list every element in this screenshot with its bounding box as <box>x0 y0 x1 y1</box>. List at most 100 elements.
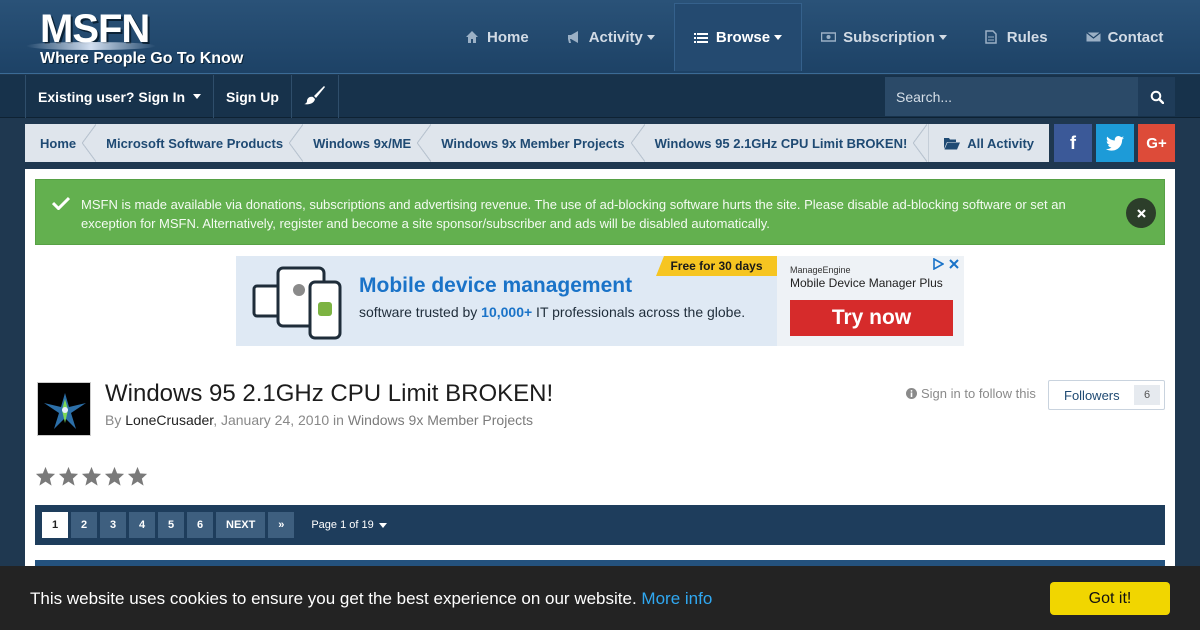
ad-subtext: software trusted by 10,000+ IT professio… <box>359 304 745 320</box>
logo-swoosh <box>26 42 156 50</box>
sign-in-to-follow-label: Sign in to follow this <box>921 386 1036 401</box>
bullhorn-icon <box>567 30 581 44</box>
page-3-button[interactable]: 3 <box>100 512 126 538</box>
close-icon <box>1136 208 1146 218</box>
main-nav: Home Activity Browse Subscription Rules … <box>446 3 1182 73</box>
author-link[interactable]: LoneCrusader <box>125 412 213 428</box>
ad-headline: Mobile device management <box>359 274 633 297</box>
user-bar: Existing user? Sign In Sign Up <box>0 75 1200 118</box>
search-input[interactable] <box>885 77 1138 116</box>
followers-count: 6 <box>1134 385 1160 405</box>
star-icon <box>81 466 102 486</box>
more-info-link[interactable]: More info <box>641 589 712 608</box>
ad-cta-button[interactable]: Try now <box>790 300 953 336</box>
ad-choices[interactable] <box>932 258 960 270</box>
ad-sub-pre: software trusted by <box>359 304 482 320</box>
page-4-button[interactable]: 4 <box>129 512 155 538</box>
next-page-button[interactable]: NEXT <box>216 512 266 538</box>
star-icon <box>104 466 125 486</box>
followers-button[interactable]: Followers 6 <box>1048 380 1165 410</box>
nav-home-label: Home <box>487 28 529 46</box>
devices-illustration <box>252 266 342 340</box>
adblock-notice: MSFN is made available via donations, su… <box>35 179 1165 245</box>
nav-rules-label: Rules <box>1006 28 1048 46</box>
topic-date: , January 24, 2010 in <box>213 412 348 428</box>
notice-close-button[interactable] <box>1126 198 1156 228</box>
ad-sub-post: IT professionals across the globe. <box>532 304 746 320</box>
chevron-down-icon <box>646 34 655 40</box>
nav-home[interactable]: Home <box>446 3 548 71</box>
nav-contact-label: Contact <box>1107 28 1164 46</box>
content-panel: MSFN is made available via donations, su… <box>25 169 1175 630</box>
nav-browse[interactable]: Browse <box>673 3 803 71</box>
forum-link[interactable]: Windows 9x Member Projects <box>348 412 533 428</box>
avatar[interactable] <box>37 382 91 436</box>
sign-up-label: Sign Up <box>226 88 279 105</box>
all-activity-label: All Activity <box>967 135 1034 151</box>
breadcrumb-microsoft-software[interactable]: Microsoft Software Products <box>91 124 304 162</box>
home-icon <box>465 30 479 44</box>
nav-subscription-label: Subscription <box>843 28 935 46</box>
search-button[interactable] <box>1138 77 1175 116</box>
nav-rules[interactable]: Rules <box>966 3 1067 71</box>
document-icon <box>984 30 999 44</box>
sign-up-link[interactable]: Sign Up <box>214 75 292 118</box>
star-icon <box>127 466 148 486</box>
notice-text: MSFN is made available via donations, su… <box>81 197 1066 231</box>
envelope-icon <box>1085 30 1101 44</box>
googleplus-share-button[interactable]: G+ <box>1138 124 1175 162</box>
followers-label: Followers <box>1064 387 1120 403</box>
ad-ribbon: Free for 30 days <box>656 256 777 276</box>
search-icon <box>1150 90 1164 104</box>
page-1-button[interactable]: 1 <box>42 512 68 538</box>
facebook-share-button[interactable]: f <box>1054 124 1092 162</box>
paintbrush-icon <box>303 85 326 108</box>
nav-subscription[interactable]: Subscription <box>802 3 966 71</box>
cookie-accept-button[interactable]: Got it! <box>1050 582 1170 615</box>
breadcrumb-member-projects[interactable]: Windows 9x Member Projects <box>426 124 646 162</box>
pagination: 1 2 3 4 5 6 NEXT » Page 1 of 19 <box>35 505 1165 545</box>
googleplus-icon: G+ <box>1146 134 1167 152</box>
last-page-button[interactable]: » <box>268 512 295 538</box>
advertisement-banner[interactable]: Free for 30 days Mobile device managemen… <box>236 256 964 346</box>
page-title: Windows 95 2.1GHz CPU Limit BROKEN! <box>105 380 554 407</box>
page-5-button[interactable]: 5 <box>158 512 184 538</box>
star-icon <box>35 466 56 486</box>
page-jump-label: Page 1 of 19 <box>311 519 374 531</box>
breadcrumb-home[interactable]: Home <box>25 124 97 162</box>
page-2-button[interactable]: 2 <box>71 512 97 538</box>
nav-contact[interactable]: Contact <box>1067 3 1183 71</box>
folder-open-icon <box>944 137 961 149</box>
cookie-message: This website uses cookies to ensure you … <box>30 589 637 608</box>
theme-button[interactable] <box>292 75 339 118</box>
adchoices-icon <box>933 258 944 270</box>
twitter-icon <box>1106 135 1124 151</box>
site-logo[interactable]: MSFN Where People Go To Know <box>26 8 243 68</box>
rating-stars <box>35 466 148 486</box>
nav-activity[interactable]: Activity <box>548 3 674 71</box>
close-icon <box>949 259 959 269</box>
page-6-button[interactable]: 6 <box>187 512 213 538</box>
all-activity-link[interactable]: All Activity <box>928 124 1049 162</box>
info-icon <box>906 388 917 399</box>
breadcrumb-current-topic[interactable]: Windows 95 2.1GHz CPU Limit BROKEN! <box>640 124 927 162</box>
sign-in-link[interactable]: Existing user? Sign In <box>26 75 215 118</box>
list-icon <box>693 31 708 45</box>
ad-sub-bold: 10,000+ <box>481 304 533 320</box>
site-header: MSFN Where People Go To Know Home Activi… <box>0 0 1200 74</box>
page-jump-dropdown[interactable]: Page 1 of 19 <box>311 519 387 531</box>
twitter-share-button[interactable] <box>1096 124 1134 162</box>
chevron-down-icon <box>774 35 783 40</box>
avatar-image <box>38 383 90 435</box>
topic-by: By <box>105 412 126 428</box>
sign-in-to-follow[interactable]: Sign in to follow this <box>906 386 1036 401</box>
breadcrumb: Home Microsoft Software Products Windows… <box>25 124 1049 162</box>
chevron-down-icon <box>378 522 387 528</box>
breadcrumb-windows-9x-me[interactable]: Windows 9x/ME <box>298 124 432 162</box>
facebook-icon: f <box>1070 132 1076 153</box>
sign-in-label: Existing user? Sign In <box>38 88 186 105</box>
ad-product: Mobile Device Manager Plus <box>790 276 943 290</box>
nav-activity-label: Activity <box>588 28 643 46</box>
ad-brand: ManageEngine <box>790 265 851 275</box>
cookie-text: This website uses cookies to ensure you … <box>30 589 712 609</box>
